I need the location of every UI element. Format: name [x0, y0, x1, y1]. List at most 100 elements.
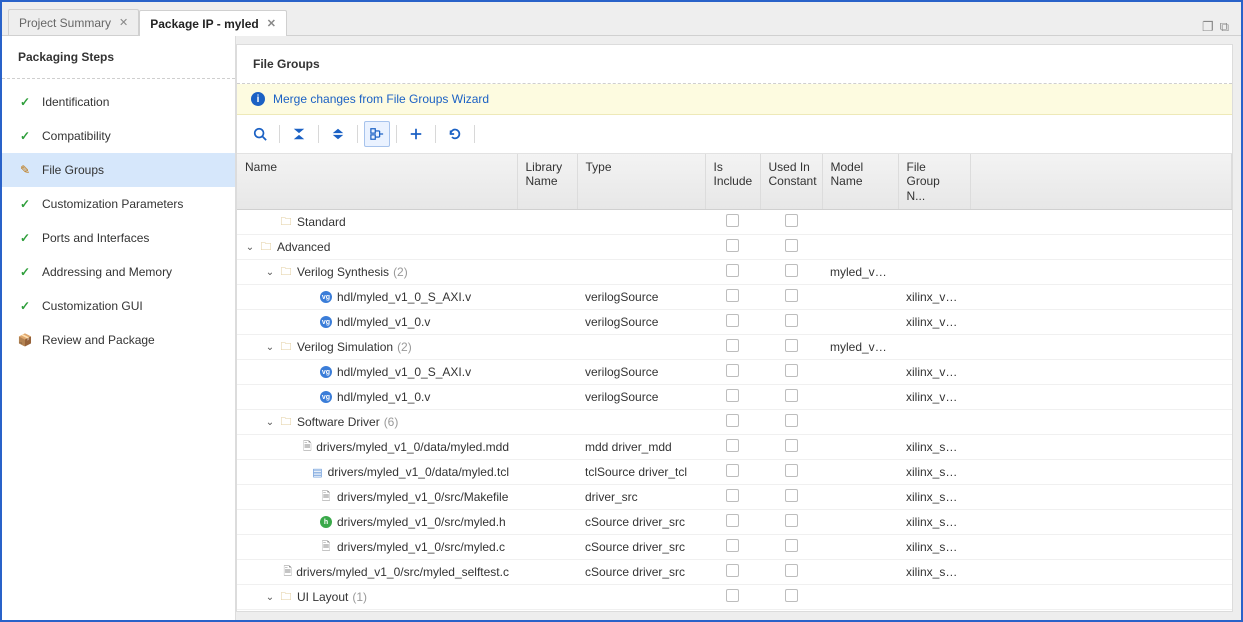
is-include-checkbox[interactable] — [726, 339, 739, 352]
table-row[interactable]: ⌄🗀Verilog Simulation (2)myled_v1_0 — [237, 335, 1232, 360]
used-in-constant-checkbox[interactable] — [785, 339, 798, 352]
table-row[interactable]: ⌄🗀Software Driver (6) — [237, 410, 1232, 435]
used-in-constant-checkbox[interactable] — [785, 489, 798, 502]
table-row[interactable]: ▤drivers/myled_v1_0/data/myled.tcltclSou… — [237, 460, 1232, 485]
used-in-constant-checkbox[interactable] — [785, 389, 798, 402]
is-include-checkbox[interactable] — [726, 239, 739, 252]
col-library[interactable]: Library Name — [517, 154, 577, 210]
close-icon[interactable]: ✕ — [267, 17, 276, 30]
table-row[interactable]: ▤xgui/myled_v1_0.tcltclSourcexilinx_xp..… — [237, 610, 1232, 611]
step-addressing-and-memory[interactable]: ✓Addressing and Memory — [2, 255, 235, 289]
table-row[interactable]: vghdl/myled_v1_0.vverilogSourcexilinx_ve… — [237, 310, 1232, 335]
used-in-constant-checkbox[interactable] — [785, 414, 798, 427]
col-is-include[interactable]: Is Include — [705, 154, 760, 210]
restore-icon[interactable]: ❐ — [1202, 19, 1214, 35]
used-in-constant-checkbox[interactable] — [785, 439, 798, 452]
is-include-checkbox[interactable] — [726, 464, 739, 477]
table-row[interactable]: 🗀Standard — [237, 210, 1232, 235]
col-name[interactable]: Name — [237, 154, 517, 210]
is-include-checkbox[interactable] — [726, 414, 739, 427]
used-in-constant-checkbox[interactable] — [785, 364, 798, 377]
is-include-checkbox[interactable] — [726, 364, 739, 377]
table-row[interactable]: ⌄🗀Advanced — [237, 235, 1232, 260]
node-name: hdl/myled_v1_0_S_AXI.v — [337, 365, 471, 379]
table-row[interactable]: vghdl/myled_v1_0.vverilogSourcexilinx_ve… — [237, 385, 1232, 410]
count-badge: (2) — [397, 340, 412, 354]
is-include-checkbox[interactable] — [726, 489, 739, 502]
file-groups-table: Name Library Name Type Is Include Used I… — [237, 154, 1232, 611]
used-in-constant-checkbox[interactable] — [785, 539, 798, 552]
separator — [396, 125, 397, 143]
is-include-checkbox[interactable] — [726, 539, 739, 552]
tab-bar: Project Summary ✕ Package IP - myled ✕ ❐… — [2, 2, 1241, 36]
step-file-groups[interactable]: ✎File Groups — [2, 153, 235, 187]
col-model-name[interactable]: Model Name — [822, 154, 898, 210]
step-ports-and-interfaces[interactable]: ✓ Ports and Interfaces — [2, 221, 235, 255]
close-icon[interactable]: ✕ — [119, 16, 128, 29]
used-in-constant-checkbox[interactable] — [785, 514, 798, 527]
used-in-constant-checkbox[interactable] — [785, 289, 798, 302]
table-row[interactable]: ⌄🗀UI Layout (1) — [237, 585, 1232, 610]
popout-icon[interactable]: ⧉ — [1220, 19, 1229, 35]
refresh-button[interactable] — [442, 121, 468, 147]
expand-toggle[interactable]: ⌄ — [265, 267, 275, 278]
table-row[interactable]: 🗎drivers/myled_v1_0/src/Makefiledriver_s… — [237, 485, 1232, 510]
col-type[interactable]: Type — [577, 154, 705, 210]
col-used-in-constant[interactable]: Used In Constant — [760, 154, 822, 210]
table-row[interactable]: hdrivers/myled_v1_0/src/myled.hcSource d… — [237, 510, 1232, 535]
is-include-checkbox[interactable] — [726, 289, 739, 302]
used-in-constant-checkbox[interactable] — [785, 264, 798, 277]
tab-project-summary[interactable]: Project Summary ✕ — [8, 9, 139, 35]
expand-all-button[interactable] — [325, 121, 351, 147]
step-label: Ports and Interfaces — [42, 231, 149, 245]
expand-toggle[interactable]: ⌄ — [265, 417, 275, 428]
table-row[interactable]: vghdl/myled_v1_0_S_AXI.vverilogSourcexil… — [237, 285, 1232, 310]
check-icon: ✓ — [18, 231, 32, 245]
expand-toggle[interactable]: ⌄ — [265, 592, 275, 603]
is-include-checkbox[interactable] — [726, 439, 739, 452]
step-identification[interactable]: ✓Identification — [2, 85, 235, 119]
is-include-checkbox[interactable] — [726, 314, 739, 327]
node-name: hdl/myled_v1_0.v — [337, 390, 430, 404]
separator — [279, 125, 280, 143]
verilog-file-icon: vg — [319, 290, 333, 304]
file-groups-table-wrap[interactable]: Name Library Name Type Is Include Used I… — [237, 154, 1232, 611]
is-include-checkbox[interactable] — [726, 264, 739, 277]
used-in-constant-checkbox[interactable] — [785, 314, 798, 327]
search-button[interactable] — [247, 121, 273, 147]
used-in-constant-checkbox[interactable] — [785, 239, 798, 252]
table-row[interactable]: vghdl/myled_v1_0_S_AXI.vverilogSourcexil… — [237, 360, 1232, 385]
used-in-constant-checkbox[interactable] — [785, 589, 798, 602]
col-file-group-name[interactable]: File Group N... — [898, 154, 970, 210]
is-include-checkbox[interactable] — [726, 214, 739, 227]
add-button[interactable] — [403, 121, 429, 147]
group-flatten-button[interactable] — [364, 121, 390, 147]
step-compatibility[interactable]: ✓Compatibility — [2, 119, 235, 153]
used-in-constant-checkbox[interactable] — [785, 564, 798, 577]
count-badge: (2) — [393, 265, 408, 279]
check-icon: ✓ — [18, 95, 32, 109]
used-in-constant-checkbox[interactable] — [785, 214, 798, 227]
expand-toggle[interactable]: ⌄ — [245, 242, 255, 253]
step-customization-gui[interactable]: ✓Customization GUI — [2, 289, 235, 323]
table-row[interactable]: 🗎drivers/myled_v1_0/src/myled.ccSource d… — [237, 535, 1232, 560]
node-name: Advanced — [277, 240, 330, 254]
is-include-checkbox[interactable] — [726, 564, 739, 577]
step-customization-parameters[interactable]: ✓Customization Parameters — [2, 187, 235, 221]
is-include-checkbox[interactable] — [726, 389, 739, 402]
separator — [435, 125, 436, 143]
node-name: drivers/myled_v1_0/data/myled.mdd — [316, 440, 509, 454]
table-row[interactable]: ⌄🗀Verilog Synthesis (2)myled_v1_0 — [237, 260, 1232, 285]
step-review-and-package[interactable]: 📦Review and Package — [2, 323, 235, 357]
table-row[interactable]: 🗎drivers/myled_v1_0/src/myled_selftest.c… — [237, 560, 1232, 585]
is-include-checkbox[interactable] — [726, 589, 739, 602]
tab-package-ip[interactable]: Package IP - myled ✕ — [139, 10, 287, 36]
is-include-checkbox[interactable] — [726, 514, 739, 527]
folder-icon: 🗀 — [279, 215, 293, 229]
expand-toggle[interactable]: ⌄ — [265, 342, 275, 353]
used-in-constant-checkbox[interactable] — [785, 464, 798, 477]
collapse-all-button[interactable] — [286, 121, 312, 147]
merge-changes-link[interactable]: Merge changes from File Groups Wizard — [273, 92, 489, 106]
table-row[interactable]: 🗎drivers/myled_v1_0/data/myled.mddmdd dr… — [237, 435, 1232, 460]
file-icon: 🗎 — [319, 490, 333, 504]
